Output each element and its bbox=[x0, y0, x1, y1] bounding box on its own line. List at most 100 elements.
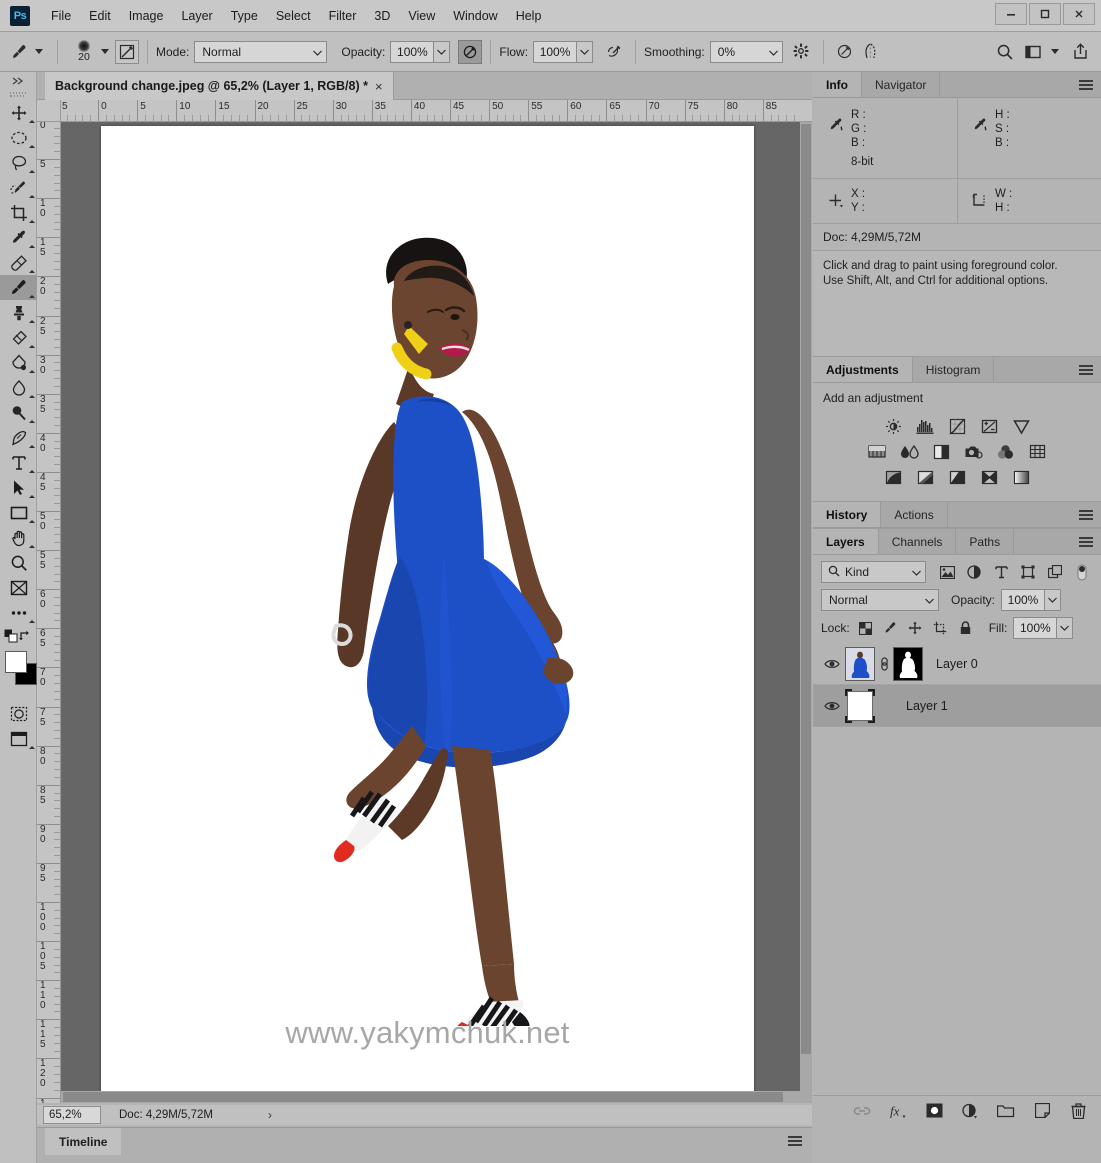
flow-stepper-caret[interactable] bbox=[577, 40, 594, 63]
new-group-icon[interactable] bbox=[997, 1102, 1015, 1120]
table-row[interactable]: Layer 1 bbox=[813, 685, 1101, 727]
opacity-input[interactable]: 100% bbox=[390, 40, 435, 63]
tool-rectangle[interactable] bbox=[0, 500, 37, 525]
workspace-caret[interactable] bbox=[1051, 49, 1059, 54]
tool-blur[interactable] bbox=[0, 375, 37, 400]
menu-file[interactable]: File bbox=[42, 0, 80, 31]
layer-name[interactable]: Layer 0 bbox=[936, 657, 978, 671]
tab-layers[interactable]: Layers bbox=[813, 529, 879, 554]
history-panel-menu-icon[interactable] bbox=[1079, 502, 1093, 528]
vertical-ruler[interactable]: 0 5 10 15 20 25 30 35 40 45 50 55 60 65 70 75 80 85 90 95 10… bbox=[37, 122, 61, 1103]
gear-icon[interactable] bbox=[789, 40, 815, 64]
adjustments-panel-menu-icon[interactable] bbox=[1079, 357, 1093, 383]
tab-navigator[interactable]: Navigator bbox=[862, 72, 941, 97]
document-canvas[interactable]: www.yakymchuk.net bbox=[101, 126, 754, 1099]
tab-actions[interactable]: Actions bbox=[881, 502, 948, 527]
channel-mixer-icon[interactable] bbox=[995, 442, 1015, 462]
layer-mask-thumbnail[interactable] bbox=[893, 646, 923, 681]
layer-blend-mode-select[interactable]: Normal bbox=[821, 589, 939, 611]
brush-tool-icon[interactable] bbox=[6, 39, 32, 65]
layer-thumbnail-selected[interactable] bbox=[845, 688, 875, 723]
workspace-icon[interactable] bbox=[1020, 40, 1046, 64]
tool-lasso[interactable] bbox=[0, 150, 37, 175]
layer-thumbnail[interactable] bbox=[845, 646, 875, 681]
tool-zoom[interactable] bbox=[0, 550, 37, 575]
canvas-area[interactable]: www.yakymchuk.net bbox=[61, 122, 812, 1103]
share-icon[interactable] bbox=[1067, 40, 1093, 64]
layer-opacity-input[interactable]: 100% bbox=[1001, 589, 1046, 611]
timeline-panel-menu-icon[interactable] bbox=[788, 1136, 802, 1146]
gradient-map-icon[interactable] bbox=[979, 468, 999, 488]
layer-style-fx-icon[interactable]: fx bbox=[889, 1102, 907, 1120]
tool-eraser[interactable] bbox=[0, 325, 37, 350]
opacity-stepper-caret[interactable] bbox=[434, 40, 451, 63]
quick-mask-button[interactable] bbox=[0, 701, 37, 726]
add-layer-mask-icon[interactable] bbox=[925, 1102, 943, 1120]
layer-fill-input[interactable]: 100% bbox=[1013, 617, 1058, 639]
tool-dodge[interactable] bbox=[0, 400, 37, 425]
ruler-corner[interactable] bbox=[37, 100, 61, 122]
tool-edit-toolbar[interactable] bbox=[0, 600, 37, 625]
layer-name[interactable]: Layer 1 bbox=[906, 699, 948, 713]
menu-type[interactable]: Type bbox=[222, 0, 267, 31]
maximize-button[interactable] bbox=[1029, 3, 1061, 25]
lock-artboard-icon[interactable] bbox=[933, 621, 948, 636]
default-colors-icon[interactable] bbox=[4, 629, 18, 646]
link-layers-icon[interactable] bbox=[853, 1102, 871, 1120]
brush-angle-icon[interactable] bbox=[832, 40, 858, 64]
eyedropper-icon-2[interactable] bbox=[969, 108, 991, 142]
selective-color-icon[interactable] bbox=[1011, 468, 1031, 488]
new-layer-icon[interactable] bbox=[1033, 1102, 1051, 1120]
brush-tool-dropdown-caret[interactable] bbox=[35, 49, 43, 54]
brush-settings-icon[interactable] bbox=[115, 39, 139, 64]
layer-mask-link-icon[interactable] bbox=[875, 656, 893, 672]
menu-window[interactable]: Window bbox=[444, 0, 506, 31]
canvas-vertical-scrollbar[interactable] bbox=[800, 122, 812, 1103]
zoom-level-input[interactable]: 65,2% bbox=[43, 1106, 101, 1124]
search-icon[interactable] bbox=[992, 40, 1018, 64]
menu-select[interactable]: Select bbox=[267, 0, 320, 31]
brightness-contrast-icon[interactable] bbox=[883, 416, 903, 436]
pressure-opacity-icon[interactable] bbox=[458, 39, 483, 64]
black-white-icon[interactable] bbox=[931, 442, 951, 462]
layers-panel-menu-icon[interactable] bbox=[1079, 529, 1093, 555]
tab-channels[interactable]: Channels bbox=[878, 529, 957, 554]
filter-toggle-icon[interactable] bbox=[1074, 564, 1090, 580]
layer-visibility-toggle[interactable] bbox=[819, 700, 845, 712]
tool-healing-brush[interactable] bbox=[0, 250, 37, 275]
tool-eyedropper[interactable] bbox=[0, 225, 37, 250]
delete-layer-icon[interactable] bbox=[1069, 1102, 1087, 1120]
lock-transparent-pixels-icon[interactable] bbox=[858, 621, 873, 636]
curves-icon[interactable] bbox=[947, 416, 967, 436]
layer-opacity-caret[interactable] bbox=[1045, 589, 1062, 611]
tab-adjustments[interactable]: Adjustments bbox=[813, 357, 913, 382]
tab-timeline[interactable]: Timeline bbox=[45, 1128, 122, 1155]
tab-history[interactable]: History bbox=[813, 502, 882, 527]
symmetry-icon[interactable] bbox=[858, 40, 884, 64]
shape-filter-icon[interactable] bbox=[1020, 564, 1036, 580]
menu-3d[interactable]: 3D bbox=[365, 0, 399, 31]
levels-icon[interactable] bbox=[915, 416, 935, 436]
tab-histogram[interactable]: Histogram bbox=[912, 357, 995, 382]
tab-info[interactable]: Info bbox=[813, 72, 862, 97]
tool-frame[interactable] bbox=[0, 575, 37, 600]
canvas-horizontal-scrollbar[interactable] bbox=[61, 1091, 812, 1103]
vibrance-icon[interactable] bbox=[1011, 416, 1031, 436]
tool-brush[interactable] bbox=[0, 275, 37, 300]
tool-move[interactable] bbox=[0, 100, 37, 125]
color-lookup-icon[interactable] bbox=[1027, 442, 1047, 462]
menu-view[interactable]: View bbox=[399, 0, 444, 31]
close-button[interactable] bbox=[1063, 3, 1095, 25]
menu-filter[interactable]: Filter bbox=[320, 0, 366, 31]
tool-hand[interactable] bbox=[0, 525, 37, 550]
tool-path-selection[interactable] bbox=[0, 475, 37, 500]
status-expand-icon[interactable]: › bbox=[268, 1108, 272, 1122]
menu-edit[interactable]: Edit bbox=[80, 0, 120, 31]
smart-object-filter-icon[interactable] bbox=[1047, 564, 1063, 580]
minimize-button[interactable] bbox=[995, 3, 1027, 25]
type-filter-icon[interactable] bbox=[993, 564, 1009, 580]
menu-help[interactable]: Help bbox=[507, 0, 551, 31]
layer-visibility-toggle[interactable] bbox=[819, 658, 845, 670]
hue-saturation-icon[interactable] bbox=[867, 442, 887, 462]
tool-marquee[interactable] bbox=[0, 125, 37, 150]
